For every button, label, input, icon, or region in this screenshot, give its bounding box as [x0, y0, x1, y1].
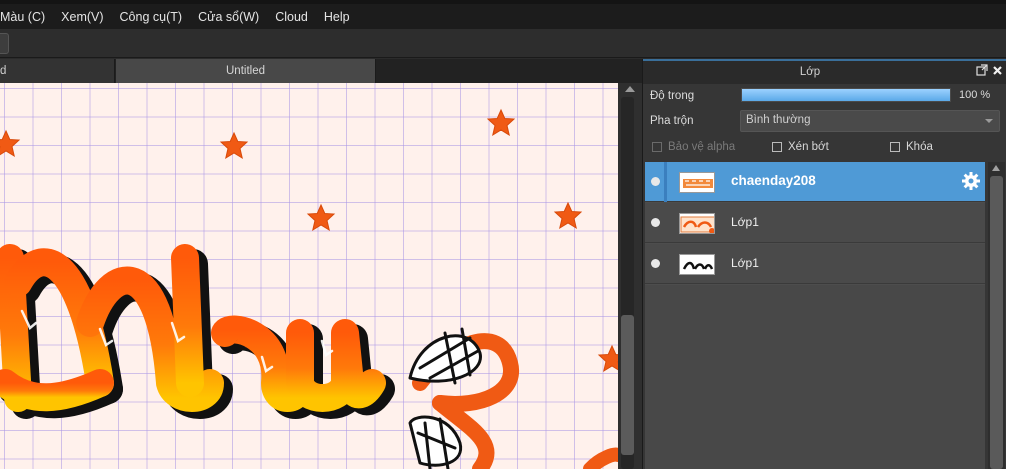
toolbar-button[interactable]: [0, 33, 9, 54]
drawing-canvas[interactable]: [0, 83, 618, 469]
menu-tools[interactable]: Công cụ(T): [120, 10, 183, 24]
visibility-dot-icon[interactable]: [651, 259, 660, 268]
layer-list: chaenday208 Lớp1 Lớp1: [645, 162, 985, 469]
blend-mode-label: Pha trộn: [650, 115, 694, 127]
scroll-thumb[interactable]: [990, 176, 1003, 469]
scroll-up-arrow-icon[interactable]: [625, 86, 635, 92]
tab-document-1[interactable]: d: [0, 59, 115, 83]
star-shape: [0, 130, 20, 157]
active-layer-marker: [664, 162, 667, 202]
chevron-down-icon: [985, 119, 993, 123]
tab-label: Untitled: [226, 65, 265, 77]
close-icon[interactable]: [992, 65, 1003, 76]
layer-name: Lớp1: [731, 215, 759, 229]
menu-color[interactable]: Màu (C): [0, 10, 45, 24]
layer-list-empty-area: [645, 285, 985, 469]
layer-row[interactable]: Lớp1: [645, 244, 985, 284]
canvas-vertical-scrollbar[interactable]: [618, 83, 642, 469]
layer-row[interactable]: chaenday208: [645, 162, 985, 202]
menu-view[interactable]: Xem(V): [61, 10, 103, 24]
layer-name: chaenday208: [731, 173, 816, 188]
tab-untitled[interactable]: Untitled: [116, 59, 376, 83]
menu-window[interactable]: Cửa sổ(W): [198, 10, 259, 24]
document-tabs: d Untitled: [0, 59, 642, 83]
checkbox-label: Xén bớt: [788, 141, 829, 153]
checkbox-box: [890, 142, 900, 152]
menu-bar: Màu (C) Xem(V) Công cụ(T) Cửa sổ(W) Clou…: [0, 4, 1006, 29]
layer-panel: Lớp Độ trong 100 % Pha trộn Bình thường: [642, 59, 1006, 469]
canvas-artwork: [0, 109, 618, 469]
lock-checkbox[interactable]: Khóa: [890, 141, 933, 153]
layer-panel-title: Lớp: [799, 66, 821, 78]
scroll-up-arrow-icon[interactable]: [992, 165, 1000, 171]
visibility-dot-icon[interactable]: [651, 177, 660, 186]
opacity-label: Độ trong: [650, 90, 695, 102]
gear-icon[interactable]: [961, 171, 981, 191]
opacity-value: 100 %: [959, 89, 991, 101]
toolbar: [0, 29, 1006, 58]
star-shape: [487, 109, 515, 136]
opacity-slider[interactable]: [741, 88, 951, 102]
checkbox-box: [772, 142, 782, 152]
layer-list-scrollbar[interactable]: [988, 162, 1005, 469]
layer-panel-header: Lớp: [643, 59, 1006, 84]
star-shape: [554, 202, 582, 229]
tab-label: d: [0, 65, 7, 77]
star-shape: [307, 204, 335, 231]
blend-mode-value: Bình thường: [746, 114, 811, 126]
blend-mode-select[interactable]: Bình thường: [740, 110, 1000, 132]
layer-thumbnail: [679, 254, 715, 275]
menu-cloud[interactable]: Cloud: [275, 10, 308, 24]
scroll-thumb[interactable]: [621, 315, 634, 455]
layer-row[interactable]: Lớp1: [645, 203, 985, 243]
layer-name: Lớp1: [731, 256, 759, 270]
layer-thumbnail: [679, 172, 715, 193]
app-window: Màu (C) Xem(V) Công cụ(T) Cửa sổ(W) Clou…: [0, 0, 1006, 469]
checkbox-label: Bảo vệ alpha: [668, 141, 736, 153]
star-shape: [598, 345, 618, 372]
menu-help[interactable]: Help: [324, 10, 350, 24]
star-shape: [220, 132, 248, 159]
layer-thumbnail: [679, 213, 715, 234]
screen-edge: [1006, 0, 1024, 469]
checkbox-box: [652, 142, 662, 152]
clipping-checkbox[interactable]: Xén bớt: [772, 141, 829, 153]
layer-options: Bảo vệ alpha Xén bớt Khóa: [643, 141, 1006, 157]
detach-icon[interactable]: [976, 64, 988, 76]
visibility-dot-icon[interactable]: [651, 218, 660, 227]
checkbox-label: Khóa: [906, 141, 933, 153]
protect-alpha-checkbox[interactable]: Bảo vệ alpha: [652, 141, 735, 153]
opacity-slider-fill: [742, 89, 950, 101]
panel-header-icons: [976, 64, 1003, 76]
